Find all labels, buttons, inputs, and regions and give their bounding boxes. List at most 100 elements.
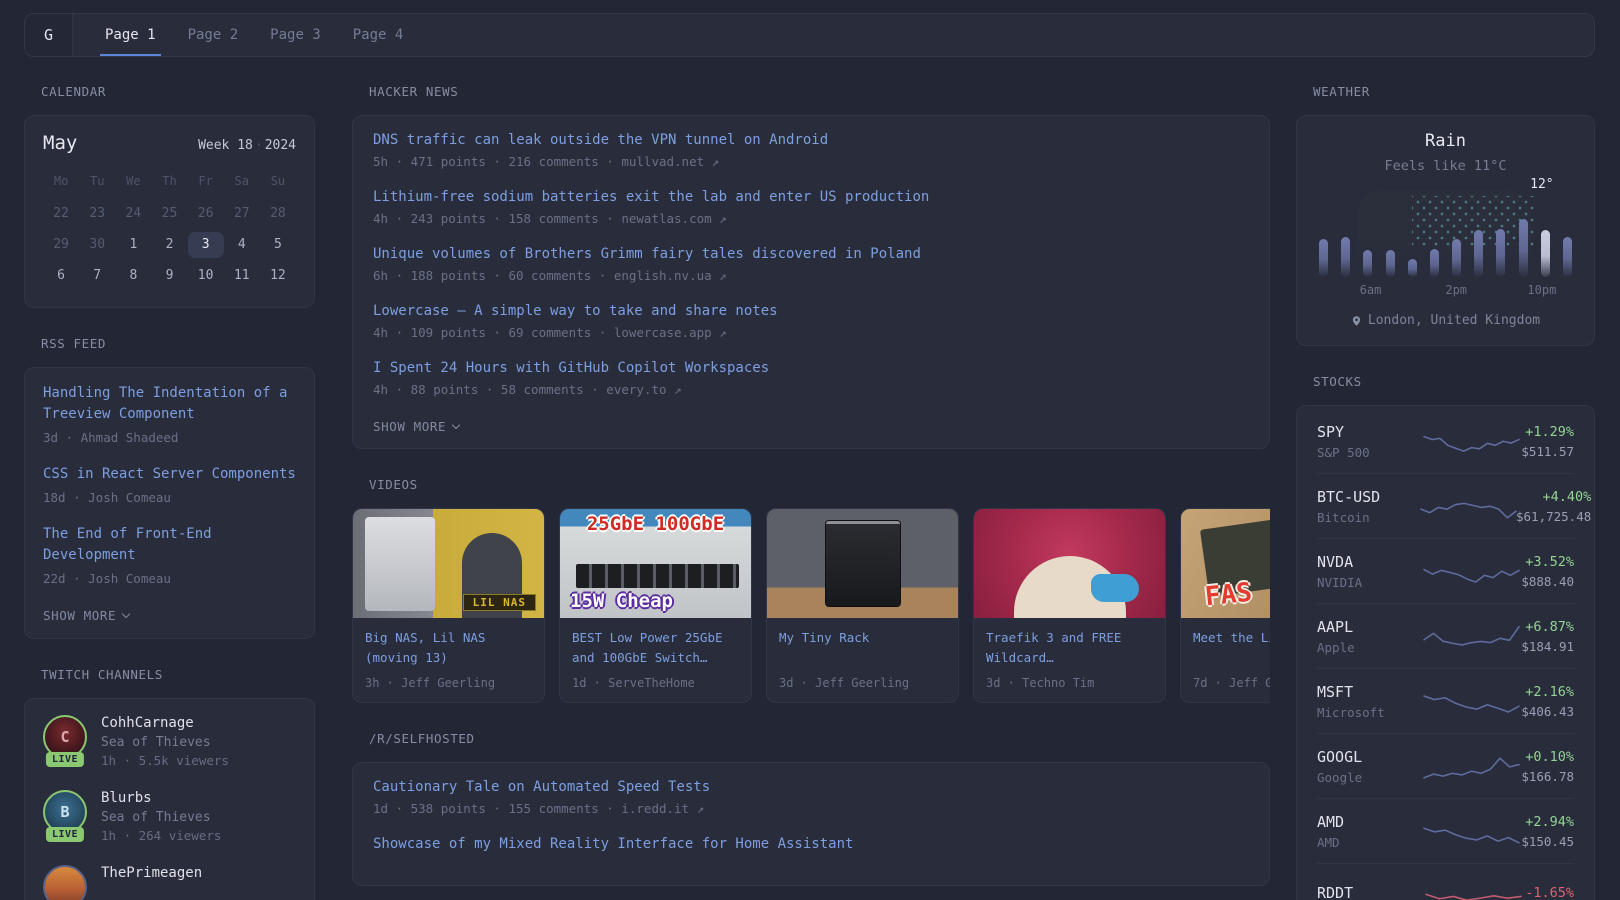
thumbnail-text: LIL NAS	[463, 594, 536, 611]
video-card[interactable]: Traefik 3 and FREE Wildcard… 3d · Techno…	[973, 508, 1166, 703]
stock-change: -1.65%	[1525, 885, 1574, 900]
video-card[interactable]: 25GbE 100GbE15W Cheap BEST Low Power 25G…	[559, 508, 752, 703]
stock-row[interactable]: GOOGLGoogle +0.10%$166.78	[1317, 733, 1574, 798]
calendar-day: 27	[224, 201, 260, 227]
middle-column: HACKER NEWS DNS traffic can leak outside…	[352, 84, 1270, 900]
hn-item-title[interactable]: DNS traffic can leak outside the VPN tun…	[373, 131, 1249, 149]
temperature-bar	[1386, 250, 1395, 277]
stock-symbol[interactable]: RDDT	[1317, 884, 1421, 900]
stock-row[interactable]: NVDANVIDIA +3.52%$888.40	[1317, 538, 1574, 603]
tab-page-2[interactable]: Page 2	[183, 14, 244, 56]
rss-item-title[interactable]: CSS in React Server Components	[43, 464, 296, 485]
rss-section: RSS FEED Handling The Indentation of a T…	[24, 336, 315, 639]
page-tabs: Page 1 Page 2 Page 3 Page 4	[89, 14, 419, 56]
twitch-section: TWITCH CHANNELS C LIVE CohhCarnage Sea o…	[24, 667, 315, 900]
stock-name: Bitcoin	[1317, 510, 1421, 525]
tab-page-3[interactable]: Page 3	[265, 14, 326, 56]
stock-sparkline	[1421, 489, 1516, 523]
stocks-widget: SPYS&P 500 +1.29%$511.57 BTC-USDBitcoin …	[1296, 405, 1595, 900]
twitch-channel-name[interactable]: ThePrimeagen	[101, 865, 202, 881]
video-card[interactable]: LIL NAS Big NAS, Lil NAS (moving 13) 3h …	[352, 508, 545, 703]
stock-symbol[interactable]: NVDA	[1317, 553, 1421, 571]
hn-item-title[interactable]: I Spent 24 Hours with GitHub Copilot Wor…	[373, 359, 1249, 377]
hn-item-meta: 4h · 88 points · 58 comments · every.to …	[373, 382, 1249, 397]
temperature-bar	[1563, 237, 1572, 277]
time-label: 10pm	[1527, 283, 1556, 297]
weekday-label: Fr	[188, 170, 224, 192]
weekday-label: Mo	[43, 170, 79, 192]
calendar-week-year: Week 18·2024	[198, 138, 296, 153]
stock-symbol[interactable]: SPY	[1317, 423, 1421, 441]
location-pin-icon	[1351, 314, 1362, 328]
stock-row[interactable]: RDDT -1.65%	[1317, 863, 1574, 900]
twitch-section-title: TWITCH CHANNELS	[41, 667, 315, 682]
rss-item: The End of Front-End Development 22d · J…	[43, 524, 296, 586]
stock-sparkline	[1421, 554, 1521, 588]
stock-sparkline	[1421, 619, 1521, 653]
video-title[interactable]: Meet the Linux Clu	[1193, 628, 1270, 669]
weather-section-title: WEATHER	[1313, 84, 1595, 99]
videos-section-title: VIDEOS	[369, 477, 1270, 492]
temperature-bar	[1452, 239, 1461, 277]
video-title[interactable]: My Tiny Rack	[779, 628, 946, 669]
show-more-label: SHOW MORE	[43, 608, 116, 623]
tab-page-1[interactable]: Page 1	[100, 14, 161, 56]
stock-row[interactable]: AMDAMD +2.94%$150.45	[1317, 798, 1574, 863]
rss-show-more-button[interactable]: SHOW MORE	[43, 608, 129, 623]
stock-symbol[interactable]: BTC-USD	[1317, 488, 1421, 506]
stock-symbol[interactable]: AAPL	[1317, 618, 1421, 636]
twitch-channel-row[interactable]: C LIVE CohhCarnage Sea of Thieves 1h · 5…	[43, 715, 296, 768]
app-logo[interactable]: G	[25, 14, 73, 56]
calendar-day: 1	[115, 232, 151, 258]
dashboard-page: G Page 1 Page 2 Page 3 Page 4 CALENDAR M…	[0, 0, 1620, 900]
video-meta: 3h · Jeff Geerling	[365, 676, 532, 690]
video-card[interactable]: My Tiny Rack 3d · Jeff Geerling	[766, 508, 959, 703]
temperature-bar	[1341, 237, 1350, 277]
stock-row[interactable]: BTC-USDBitcoin +4.40%$61,725.48	[1317, 473, 1574, 538]
video-meta: 1d · ServeTheHome	[572, 676, 739, 690]
twitch-channel-name[interactable]: CohhCarnage	[101, 715, 229, 731]
stock-symbol[interactable]: MSFT	[1317, 683, 1421, 701]
video-title[interactable]: BEST Low Power 25GbE and 100GbE Switch…	[572, 628, 739, 669]
video-thumbnail: FAS	[1181, 509, 1270, 618]
twitch-channel-row[interactable]: ThePrimeagen	[43, 865, 296, 900]
reddit-item-title[interactable]: Showcase of my Mixed Reality Interface f…	[373, 835, 1249, 853]
tab-page-4[interactable]: Page 4	[348, 14, 409, 56]
video-title[interactable]: Traefik 3 and FREE Wildcard…	[986, 628, 1153, 669]
rss-widget: Handling The Indentation of a Treeview C…	[24, 367, 315, 639]
weekday-label: Th	[151, 170, 187, 192]
hn-item-title[interactable]: Lithium-free sodium batteries exit the l…	[373, 188, 1249, 206]
videos-section: VIDEOS LIL NAS Big NAS, Lil NAS (moving …	[352, 477, 1270, 703]
hn-item-title[interactable]: Unique volumes of Brothers Grimm fairy t…	[373, 245, 1249, 263]
stock-symbol[interactable]: GOOGL	[1317, 748, 1421, 766]
live-badge: LIVE	[46, 752, 84, 767]
thumbnail-text: 25GbE 100GbE	[560, 513, 751, 535]
reddit-item-title[interactable]: Cautionary Tale on Automated Speed Tests	[373, 778, 1249, 796]
weather-location: London, United Kingdom	[1317, 313, 1574, 328]
video-card[interactable]: FAS Meet the Linux Clu 7d · Jeff Geerlin…	[1180, 508, 1270, 703]
rss-item-meta: 18d · Josh Comeau	[43, 490, 296, 505]
temperature-bar	[1519, 219, 1528, 277]
temperature-bar	[1363, 250, 1372, 277]
hn-item-title[interactable]: Lowercase – A simple way to take and sha…	[373, 302, 1249, 320]
stock-row[interactable]: SPYS&P 500 +1.29%$511.57	[1317, 409, 1574, 473]
rss-item: CSS in React Server Components 18d · Jos…	[43, 464, 296, 505]
rss-item-title[interactable]: Handling The Indentation of a Treeview C…	[43, 383, 296, 425]
video-meta: 3d · Jeff Geerling	[779, 676, 946, 690]
video-title[interactable]: Big NAS, Lil NAS (moving 13)	[365, 628, 532, 669]
stock-row[interactable]: MSFTMicrosoft +2.16%$406.43	[1317, 668, 1574, 733]
stock-row[interactable]: AAPLApple +6.87%$184.91	[1317, 603, 1574, 668]
hn-item-meta: 6h · 188 points · 60 comments · english.…	[373, 268, 1249, 283]
hn-show-more-button[interactable]: SHOW MORE	[373, 419, 459, 434]
rss-item-title[interactable]: The End of Front-End Development	[43, 524, 296, 566]
calendar-day: 4	[224, 232, 260, 258]
chevron-down-icon	[122, 610, 130, 618]
calendar-day: 12	[260, 263, 296, 289]
calendar-separator-dot: ·	[253, 138, 265, 153]
stock-symbol[interactable]: AMD	[1317, 813, 1421, 831]
calendar-day: 11	[224, 263, 260, 289]
twitch-channel-row[interactable]: B LIVE Blurbs Sea of Thieves 1h · 264 vi…	[43, 790, 296, 843]
twitch-channel-name[interactable]: Blurbs	[101, 790, 221, 806]
weekday-label: Tu	[79, 170, 115, 192]
calendar-day: 26	[188, 201, 224, 227]
